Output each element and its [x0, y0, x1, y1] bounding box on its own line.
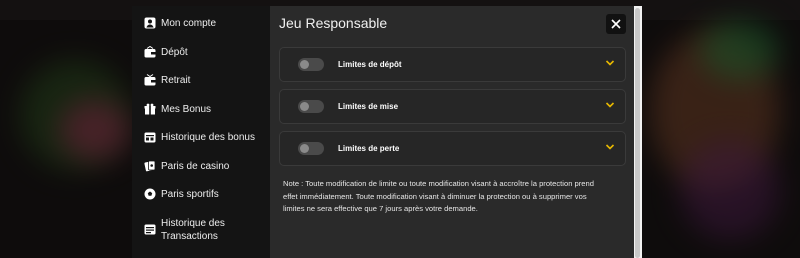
modal-scrollbar[interactable] — [634, 6, 642, 258]
sidebar-item-historique-bonus[interactable]: Historique des bonus — [132, 130, 270, 159]
bonus-history-icon — [144, 132, 156, 143]
responsible-gaming-panel: Jeu Responsable Limites de dépôt Limites… — [270, 6, 634, 258]
page-title: Jeu Responsable — [279, 15, 388, 31]
limit-toggle-depot[interactable] — [298, 58, 324, 71]
sidebar-item-label: Historique des Transactions — [161, 217, 225, 242]
close-button[interactable] — [606, 14, 626, 34]
toggle-knob — [300, 60, 309, 69]
sidebar-item-mes-bonus[interactable]: Mes Bonus — [132, 102, 270, 131]
toggle-knob — [300, 102, 309, 111]
sidebar-item-label: Dépôt — [161, 46, 188, 58]
sidebar-item-label: Historique des bonus — [161, 132, 255, 143]
toggle-knob — [300, 144, 309, 153]
sidebar-item-label: Paris de casino — [161, 160, 230, 172]
account-sidebar: Mon compte Dépôt Retrait Mes Bonus Histo… — [132, 6, 270, 258]
limit-label: Limites de mise — [338, 102, 399, 111]
sidebar-item-historique-transactions[interactable]: Historique des Transactions — [132, 216, 270, 256]
sidebar-item-mon-compte[interactable]: Mon compte — [132, 16, 270, 45]
sidebar-item-label: Mes Bonus — [161, 103, 212, 115]
limit-toggle-mise[interactable] — [298, 100, 324, 113]
limit-label: Limites de perte — [338, 144, 400, 153]
chevron-down-icon[interactable] — [605, 59, 615, 67]
wallet-withdraw-icon — [144, 74, 156, 86]
transactions-icon — [144, 224, 156, 234]
sidebar-item-paris-sportifs[interactable]: Paris sportifs — [132, 187, 270, 216]
close-icon — [611, 19, 621, 29]
limit-card-mise[interactable]: Limites de mise — [279, 89, 626, 124]
sidebar-item-label: Mon compte — [161, 18, 217, 29]
sidebar-item-label: Paris sportifs — [161, 189, 219, 200]
wallet-deposit-icon — [144, 45, 156, 57]
sidebar-item-depot[interactable]: Dépôt — [132, 45, 270, 74]
limit-toggle-perte[interactable] — [298, 142, 324, 155]
user-icon — [144, 17, 156, 29]
sidebar-item-paris-casino[interactable]: Paris de casino — [132, 159, 270, 188]
gift-icon — [144, 103, 156, 114]
chevron-down-icon[interactable] — [605, 143, 615, 151]
cards-icon — [144, 160, 156, 171]
chevron-down-icon[interactable] — [605, 101, 615, 109]
sidebar-item-label: Retrait — [161, 75, 191, 86]
limit-card-perte[interactable]: Limites de perte — [279, 131, 626, 166]
limits-note: Note : Toute modification de limite ou t… — [283, 179, 594, 213]
soccer-ball-icon — [144, 188, 156, 200]
sidebar-item-retrait[interactable]: Retrait — [132, 73, 270, 102]
scrollbar-thumb[interactable] — [635, 8, 640, 258]
account-modal: Mon compte Dépôt Retrait Mes Bonus Histo… — [132, 6, 634, 258]
limit-card-depot[interactable]: Limites de dépôt — [279, 47, 626, 82]
limit-label: Limites de dépôt — [338, 60, 402, 69]
